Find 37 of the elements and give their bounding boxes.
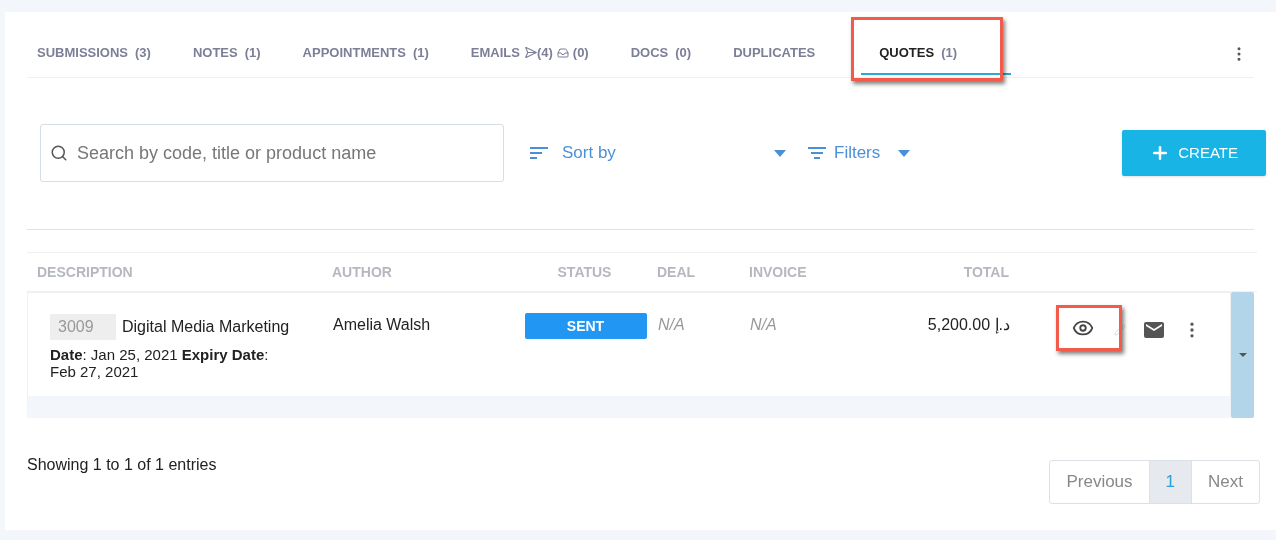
tab[interactable]: SUBMISSIONS (3)	[31, 32, 157, 75]
filters-dropdown[interactable]: Filters	[834, 140, 881, 166]
inbox-icon	[556, 46, 569, 59]
column-header: DESCRIPTION	[37, 262, 134, 282]
pagination-button[interactable]: Previous	[1050, 461, 1149, 503]
status-badge: SENT	[524, 313, 647, 339]
entries-info: Showing 1 to 1 of 1 entries	[27, 455, 217, 475]
invoice-cell-text: N/A	[750, 315, 778, 335]
total-cell-text: 5,200.00 د.إ	[926, 315, 1010, 336]
tab[interactable]: QUOTES (1)	[861, 32, 1012, 75]
column-header: TOTAL	[962, 262, 1009, 282]
sort-dropdown[interactable]: Sort by	[562, 140, 616, 166]
column-header: AUTHOR	[332, 262, 393, 282]
tab[interactable]: DUPLICATES	[727, 32, 822, 75]
item-code: 3009	[50, 314, 116, 340]
pagination-button[interactable]: Next	[1191, 461, 1259, 503]
search-icon	[50, 144, 68, 162]
expand-handle[interactable]	[1231, 292, 1254, 418]
deal-cell-text: N/A	[658, 315, 686, 335]
item-title: 3009 Digital Media Marketing	[50, 313, 298, 340]
search-field[interactable]: Search by code, title or product name	[40, 124, 504, 182]
tab[interactable]: EMAILS (4) (0)	[464, 32, 595, 75]
column-header: INVOICE	[749, 262, 808, 282]
tab[interactable]: APPOINTMENTS (1)	[296, 32, 435, 75]
tab[interactable]: NOTES (1)	[186, 32, 267, 75]
item-dates: Date: Jan 25, 2021 Expiry Date: Feb 27, 2021	[50, 346, 270, 380]
edit-icon	[1114, 323, 1126, 336]
create-button[interactable]: CREATE	[1122, 130, 1266, 176]
column-header: STATUS	[556, 262, 613, 282]
column-header: DEAL	[657, 262, 697, 282]
pagination-button[interactable]: 1	[1148, 461, 1192, 503]
filters-caret-icon[interactable]	[898, 149, 911, 157]
sort-caret-icon[interactable]	[774, 149, 786, 157]
tab[interactable]: DOCS (0)	[624, 32, 698, 75]
filter-icon	[808, 147, 826, 159]
sort-icon	[530, 147, 548, 159]
author-cell-text: Amelia Walsh	[333, 315, 432, 335]
